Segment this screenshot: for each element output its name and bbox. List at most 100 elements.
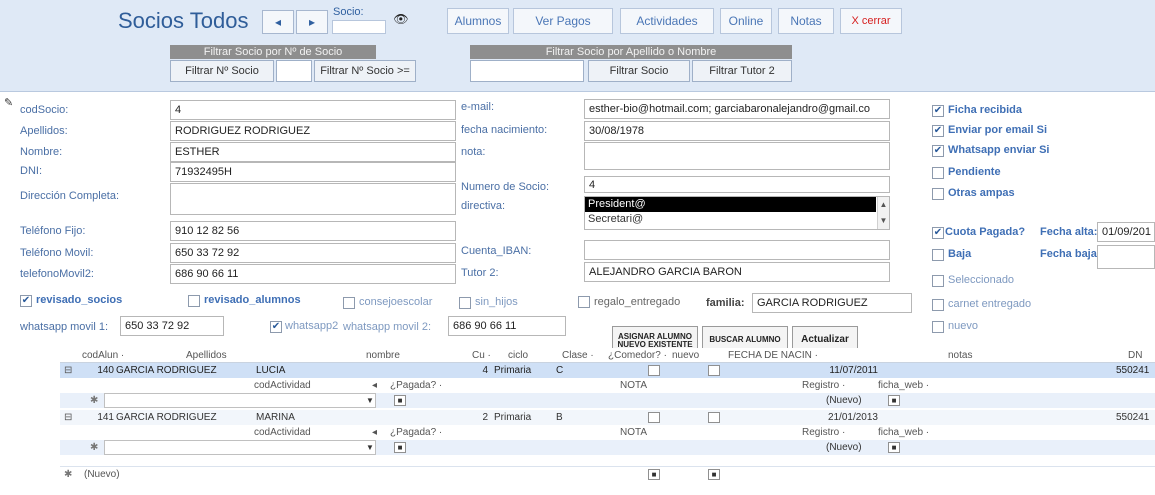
cell-curso[interactable]: 4 bbox=[468, 363, 488, 378]
whatsapp-enviar-checkbox[interactable]: ✔ bbox=[932, 145, 944, 157]
filter-tutor2-button[interactable]: Filtrar Tutor 2 bbox=[692, 60, 792, 82]
col-header-notas[interactable]: notas bbox=[948, 348, 988, 363]
nombre-field[interactable]: ESTHER bbox=[170, 142, 456, 162]
fecha-baja-field[interactable] bbox=[1097, 245, 1155, 269]
tutor2-field[interactable]: ALEJANDRO GARCIA BARON bbox=[584, 262, 890, 282]
ficha-recibida-checkbox[interactable]: ✔ bbox=[932, 105, 944, 117]
table-row[interactable]: ⊟ 140 GARCIA RODRIGUEZ LUCIA 4 Primaria … bbox=[60, 363, 1155, 378]
ficha-web-checkbox[interactable]: ■ bbox=[888, 442, 900, 453]
dropdown-arrow-icon[interactable]: ▼ bbox=[364, 393, 376, 408]
scroll-up-icon[interactable]: ▲ bbox=[878, 197, 889, 213]
col-header-clase[interactable]: Clase · bbox=[562, 348, 602, 363]
prev-record-button[interactable]: ◂ bbox=[262, 10, 294, 34]
col-header-fecha-nacimiento[interactable]: FECHA DE NACIN · bbox=[728, 348, 818, 363]
sub-col-registro[interactable]: Registro · bbox=[802, 378, 872, 393]
nuevo-checkbox[interactable] bbox=[708, 365, 720, 376]
telefono-movil-field[interactable]: 650 33 72 92 bbox=[170, 243, 456, 263]
familia-field[interactable]: GARCIA RODRIGUEZ bbox=[752, 293, 912, 313]
expand-minus-icon[interactable]: ⊟ bbox=[64, 363, 78, 378]
dropdown-arrow-icon[interactable]: ▼ bbox=[364, 440, 376, 455]
pendiente-checkbox[interactable] bbox=[932, 167, 944, 179]
revisado-alumnos-checkbox[interactable] bbox=[188, 295, 200, 307]
filter-num-eq-button[interactable]: Filtrar Nº Socio bbox=[170, 60, 274, 82]
comedor-checkbox[interactable] bbox=[648, 412, 660, 423]
codactividad-input[interactable] bbox=[104, 393, 376, 408]
filter-num-input[interactable] bbox=[276, 60, 312, 82]
sub-col-codactividad[interactable]: codActividad bbox=[254, 425, 334, 440]
table-row[interactable]: ⊟ 141 GARCIA RODRIGUEZ MARINA 2 Primaria… bbox=[60, 410, 1155, 425]
ver-pagos-button[interactable]: Ver Pagos bbox=[513, 8, 613, 34]
email-field[interactable]: esther-bio@hotmail.com; garciabaronaleja… bbox=[584, 99, 890, 119]
cell-codalumno[interactable]: 141 bbox=[90, 410, 114, 425]
cell-fecha-nacimiento[interactable]: 11/07/2011 bbox=[798, 363, 878, 378]
sub-col-nota[interactable]: NOTA bbox=[620, 378, 660, 393]
filter-name-input[interactable] bbox=[470, 60, 584, 82]
telefono-fijo-field[interactable]: 910 12 82 56 bbox=[170, 221, 456, 241]
whatsapp2-checkbox[interactable]: ✔ bbox=[270, 321, 282, 333]
sin-hijos-checkbox[interactable] bbox=[459, 297, 471, 309]
actividades-new-row[interactable]: ✱ ▼ ■ (Nuevo) ■ bbox=[60, 440, 1155, 455]
actividades-button[interactable]: Actividades bbox=[620, 8, 714, 34]
col-header-apellidos[interactable]: Apellidos bbox=[186, 348, 266, 363]
revisado-socios-checkbox[interactable]: ✔ bbox=[20, 295, 32, 307]
cell-dni[interactable]: 550241 bbox=[1116, 363, 1155, 378]
actividades-new-row[interactable]: ✱ ▼ ■ (Nuevo) ■ bbox=[60, 393, 1155, 408]
cell-clase[interactable]: C bbox=[556, 363, 576, 378]
consejoescolar-checkbox[interactable] bbox=[343, 297, 355, 309]
alumnos-button[interactable]: Alumnos bbox=[447, 8, 509, 34]
nuevo-checkbox[interactable] bbox=[708, 412, 720, 423]
filter-socio-button[interactable]: Filtrar Socio bbox=[588, 60, 690, 82]
directiva-scrollbar[interactable]: ▲ ▼ bbox=[877, 197, 889, 229]
new-record-label[interactable]: (Nuevo) bbox=[84, 467, 144, 482]
online-button[interactable]: Online bbox=[720, 8, 772, 34]
sub-col-pagada[interactable]: ¿Pagada? · bbox=[390, 425, 450, 440]
cell-clase[interactable]: B bbox=[556, 410, 576, 425]
col-header-ciclo[interactable]: ciclo bbox=[508, 348, 548, 363]
codactividad-input[interactable] bbox=[104, 440, 376, 455]
cell-fecha-nacimiento[interactable]: 21/01/2013 bbox=[798, 410, 878, 425]
whatsapp-movil1-field[interactable]: 650 33 72 92 bbox=[120, 316, 224, 336]
numero-socio-field[interactable]: 4 bbox=[584, 176, 890, 193]
cell-apellidos[interactable]: GARCIA RODRIGUEZ bbox=[116, 410, 236, 425]
baja-checkbox[interactable] bbox=[932, 249, 944, 261]
cell-apellidos[interactable]: GARCIA RODRIGUEZ bbox=[116, 363, 236, 378]
enviar-email-checkbox[interactable]: ✔ bbox=[932, 125, 944, 137]
otras-ampas-checkbox[interactable] bbox=[932, 188, 944, 200]
whatsapp-movil2-field[interactable]: 686 90 66 11 bbox=[448, 316, 566, 336]
col-header-dni[interactable]: DN bbox=[1128, 348, 1155, 363]
filter-num-ge-button[interactable]: Filtrar Nº Socio >= bbox=[314, 60, 416, 82]
expand-minus-icon[interactable]: ⊟ bbox=[64, 410, 78, 425]
cerrar-button[interactable]: X cerrar bbox=[840, 8, 902, 34]
sub-col-registro[interactable]: Registro · bbox=[802, 425, 872, 440]
new-record-row[interactable]: ✱ (Nuevo) ■ ■ bbox=[60, 466, 1155, 481]
nota-field[interactable] bbox=[584, 142, 890, 170]
telefono-movil2-field[interactable]: 686 90 66 11 bbox=[170, 264, 456, 284]
next-record-button[interactable]: ▸ bbox=[296, 10, 328, 34]
ficha-web-checkbox[interactable]: ■ bbox=[888, 395, 900, 406]
comedor-checkbox[interactable] bbox=[648, 365, 660, 376]
col-header-nuevo[interactable]: nuevo bbox=[672, 348, 712, 363]
cell-dni[interactable]: 550241 bbox=[1116, 410, 1155, 425]
socio-search-input[interactable] bbox=[332, 20, 386, 34]
cell-codalumno[interactable]: 140 bbox=[90, 363, 114, 378]
regalo-entregado-checkbox[interactable] bbox=[578, 296, 590, 308]
col-header-codalumno[interactable]: codAlun · bbox=[82, 348, 138, 363]
cell-ciclo[interactable]: Primaria bbox=[494, 410, 544, 425]
comedor-checkbox[interactable]: ■ bbox=[648, 469, 660, 480]
scroll-down-icon[interactable]: ▼ bbox=[878, 213, 889, 229]
cuenta-iban-field[interactable] bbox=[584, 240, 890, 260]
sub-col-ficha-web[interactable]: ficha_web · bbox=[878, 378, 938, 393]
nuevo-checkbox[interactable]: ■ bbox=[708, 469, 720, 480]
sub-col-ficha-web[interactable]: ficha_web · bbox=[878, 425, 938, 440]
direccion-field[interactable] bbox=[170, 183, 456, 215]
sub-col-pagada[interactable]: ¿Pagada? · bbox=[390, 378, 450, 393]
col-header-comedor[interactable]: ¿Comedor? · bbox=[608, 348, 668, 363]
binoculars-search-icon[interactable]: 👁 bbox=[392, 12, 410, 30]
seleccionado-checkbox[interactable] bbox=[932, 275, 944, 287]
cuota-pagada-checkbox[interactable]: ✔ bbox=[932, 227, 944, 239]
carnet-entregado-checkbox[interactable] bbox=[932, 299, 944, 311]
col-header-curso[interactable]: Cu · bbox=[472, 348, 500, 363]
pagada-checkbox[interactable]: ■ bbox=[394, 395, 406, 406]
dni-field[interactable]: 71932495H bbox=[170, 162, 456, 182]
pagada-checkbox[interactable]: ■ bbox=[394, 442, 406, 453]
